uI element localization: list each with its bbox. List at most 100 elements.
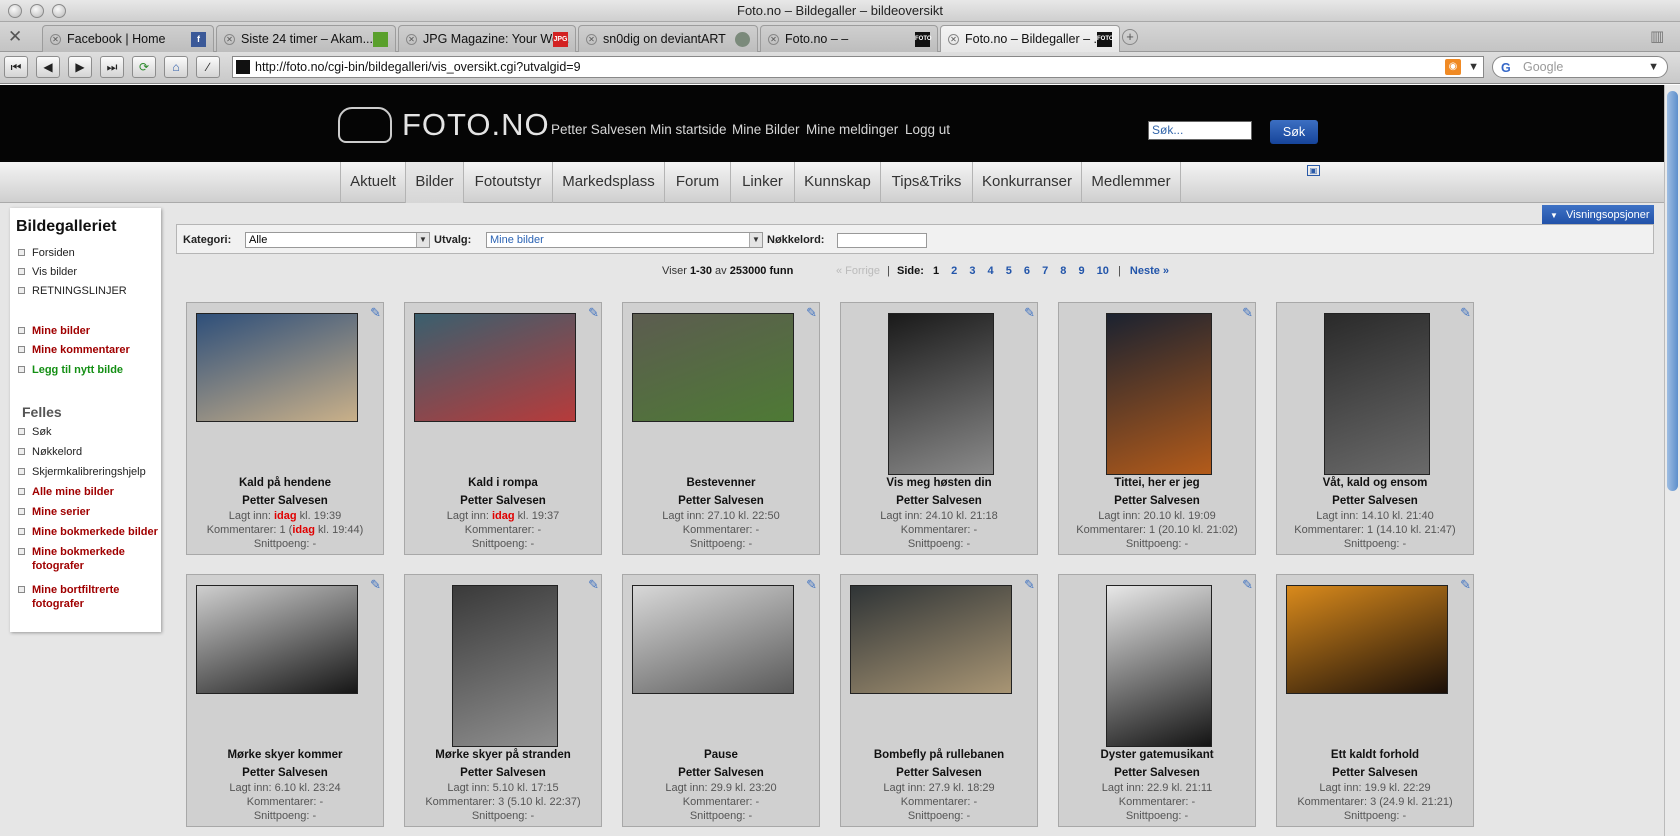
header-link-mine-bilder[interactable]: Mine Bilder	[732, 122, 800, 137]
photo-title[interactable]: Mørke skyer på stranden	[405, 749, 601, 761]
sidebar-item-retningslinjer[interactable]: RETNINGSLINJER	[18, 284, 158, 298]
photo-card[interactable]: ✎ Mørke skyer kommer Petter Salvesen Lagt i…	[186, 574, 384, 827]
sidebar-item-legg-til[interactable]: Legg til nytt bilde	[18, 363, 158, 377]
url-dropdown-icon[interactable]: ▼	[1468, 57, 1479, 77]
edit-wrench-icon[interactable]: ✎	[370, 577, 381, 593]
nav-medlemmer[interactable]: Medlemmer	[1082, 162, 1181, 203]
sidebar-item-vis-bilder[interactable]: Vis bilder	[18, 265, 158, 279]
tab-close-icon[interactable]: ✕	[406, 34, 417, 45]
scroll-thumb[interactable]	[1667, 91, 1678, 491]
photo-card[interactable]: ✎ Tittei, her er jeg Petter Salvesen Lagt i…	[1058, 302, 1256, 555]
edit-wrench-icon[interactable]: ✎	[1460, 305, 1471, 321]
nokkelord-input[interactable]	[837, 233, 927, 248]
page-link-5[interactable]: 5	[1006, 265, 1012, 277]
sidebar-item-sok[interactable]: Søk	[18, 425, 158, 439]
photo-title[interactable]: Mørke skyer kommer	[187, 749, 383, 761]
nav-aktuelt[interactable]: Aktuelt	[340, 162, 406, 203]
sidebar-item-bokmerkede-bilder[interactable]: Mine bokmerkede bilder	[18, 525, 158, 539]
vertical-scrollbar[interactable]	[1664, 85, 1680, 836]
edit-wrench-icon[interactable]: ✎	[588, 577, 599, 593]
header-link-startside[interactable]: Min startside	[650, 122, 727, 137]
photo-thumbnail[interactable]	[414, 313, 576, 422]
site-search-input[interactable]: Søk...	[1148, 121, 1252, 140]
nav-bilder[interactable]: Bilder	[406, 162, 464, 203]
nav-fotoutstyr[interactable]: Fotoutstyr	[464, 162, 553, 203]
photo-thumbnail[interactable]	[888, 313, 994, 475]
photo-author[interactable]: Petter Salvesen	[187, 767, 383, 779]
photo-author[interactable]: Petter Salvesen	[1059, 495, 1255, 507]
edit-wrench-icon[interactable]: ✎	[806, 305, 817, 321]
photo-author[interactable]: Petter Salvesen	[405, 495, 601, 507]
page-link-2[interactable]: 2	[951, 265, 957, 277]
expand-icon[interactable]: ▣	[1307, 165, 1320, 176]
header-link-profile[interactable]: Petter Salvesen	[551, 122, 646, 137]
visningsopsjoner-button[interactable]: ▼ Visningsopsjoner	[1542, 205, 1654, 226]
edit-wrench-icon[interactable]: ✎	[1242, 305, 1253, 321]
close-window-button[interactable]	[8, 4, 22, 18]
edit-wrench-icon[interactable]: ✎	[588, 305, 599, 321]
nav-kunnskap[interactable]: Kunnskap	[795, 162, 881, 203]
photo-author[interactable]: Petter Salvesen	[187, 495, 383, 507]
edit-wrench-icon[interactable]: ✎	[1024, 305, 1035, 321]
photo-card[interactable]: ✎ Pause Petter Salvesen Lagt inn: 29.9 kl. …	[622, 574, 820, 827]
photo-author[interactable]: Petter Salvesen	[1059, 767, 1255, 779]
sidebar-item-mine-kommentarer[interactable]: Mine kommentarer	[18, 343, 158, 357]
nav-forum[interactable]: Forum	[665, 162, 731, 203]
tab-close-icon[interactable]: ✕	[768, 34, 779, 45]
new-tab-button[interactable]: +	[1122, 29, 1138, 45]
photo-author[interactable]: Petter Salvesen	[623, 495, 819, 507]
sidebar-item-bokmerkede-fotografer[interactable]: Mine bokmerkede fotografer	[18, 545, 128, 573]
tab-facebook[interactable]: ✕ Facebook | Home f	[42, 25, 214, 52]
rewind-button[interactable]: ⏮	[4, 56, 28, 78]
site-search-button[interactable]: Søk	[1270, 120, 1318, 144]
sidebar-item-skjermkalibrering[interactable]: Skjermkalibreringshjelp	[18, 465, 158, 479]
wand-icon[interactable]: ∕	[196, 56, 220, 78]
site-logo[interactable]: FOTO.NO	[402, 107, 550, 143]
forward-button[interactable]: ▶	[68, 56, 92, 78]
page-link-7[interactable]: 7	[1042, 265, 1048, 277]
photo-title[interactable]: Dyster gatemusikant	[1059, 749, 1255, 761]
photo-title[interactable]: Kald i rompa	[405, 477, 601, 489]
header-link-logg-ut[interactable]: Logg ut	[905, 122, 950, 137]
utvalg-select[interactable]: Mine bilder ▼	[486, 232, 763, 248]
photo-author[interactable]: Petter Salvesen	[623, 767, 819, 779]
edit-wrench-icon[interactable]: ✎	[1024, 577, 1035, 593]
page-link-10[interactable]: 10	[1097, 265, 1109, 277]
tab-foto-no[interactable]: ✕ Foto.no – – FOTO	[760, 25, 938, 52]
sidebar-item-forsiden[interactable]: Forsiden	[18, 246, 158, 260]
nav-tips-triks[interactable]: Tips&Triks	[881, 162, 973, 203]
sidebar-item-alle-mine-bilder[interactable]: Alle mine bilder	[18, 485, 158, 499]
reload-icon[interactable]: ⟳	[132, 56, 156, 78]
back-button[interactable]: ◀	[36, 56, 60, 78]
photo-thumbnail[interactable]	[452, 585, 558, 747]
trash-icon[interactable]: ▥	[1650, 27, 1664, 45]
minimize-window-button[interactable]	[30, 4, 44, 18]
photo-card[interactable]: ✎ Dyster gatemusikant Petter Salvesen Lagt …	[1058, 574, 1256, 827]
photo-card[interactable]: ✎ Bombefly på rullebanen Petter Salvesen La…	[840, 574, 1038, 827]
prev-page-link[interactable]: « Forrige	[836, 265, 880, 277]
photo-thumbnail[interactable]	[1324, 313, 1430, 475]
photo-thumbnail[interactable]	[196, 313, 358, 422]
photo-title[interactable]: Kald på hendene	[187, 477, 383, 489]
nav-markedsplass[interactable]: Markedsplass	[553, 162, 665, 203]
nav-konkurranser[interactable]: Konkurranser	[973, 162, 1082, 203]
page-link-3[interactable]: 3	[969, 265, 975, 277]
photo-title[interactable]: Bombefly på rullebanen	[841, 749, 1037, 761]
edit-wrench-icon[interactable]: ✎	[806, 577, 817, 593]
photo-title[interactable]: Pause	[623, 749, 819, 761]
photo-thumbnail[interactable]	[850, 585, 1012, 694]
photo-thumbnail[interactable]	[1286, 585, 1448, 694]
tab-foto-no-bildegaller[interactable]: ✕ Foto.no – Bildegaller – ... FOTO	[940, 25, 1120, 52]
page-link-9[interactable]: 9	[1078, 265, 1084, 277]
edit-wrench-icon[interactable]: ✎	[1242, 577, 1253, 593]
photo-author[interactable]: Petter Salvesen	[1277, 495, 1473, 507]
header-link-meldinger[interactable]: Mine meldinger	[806, 122, 898, 137]
photo-title[interactable]: Bestevenner	[623, 477, 819, 489]
photo-thumbnail[interactable]	[1106, 313, 1212, 475]
photo-card[interactable]: ✎ Våt, kald og ensom Petter Salvesen Lagt i…	[1276, 302, 1474, 555]
edit-wrench-icon[interactable]: ✎	[370, 305, 381, 321]
zoom-window-button[interactable]	[52, 4, 66, 18]
address-bar[interactable]: http://foto.no/cgi-bin/bildegalleri/vis_…	[232, 56, 1484, 78]
tab-jpg-magazine[interactable]: ✕ JPG Magazine: Your Wo... JPG	[398, 25, 576, 52]
sidebar-item-bortfiltrerte-fotografer[interactable]: Mine bortfiltrerte fotografer	[18, 583, 128, 611]
